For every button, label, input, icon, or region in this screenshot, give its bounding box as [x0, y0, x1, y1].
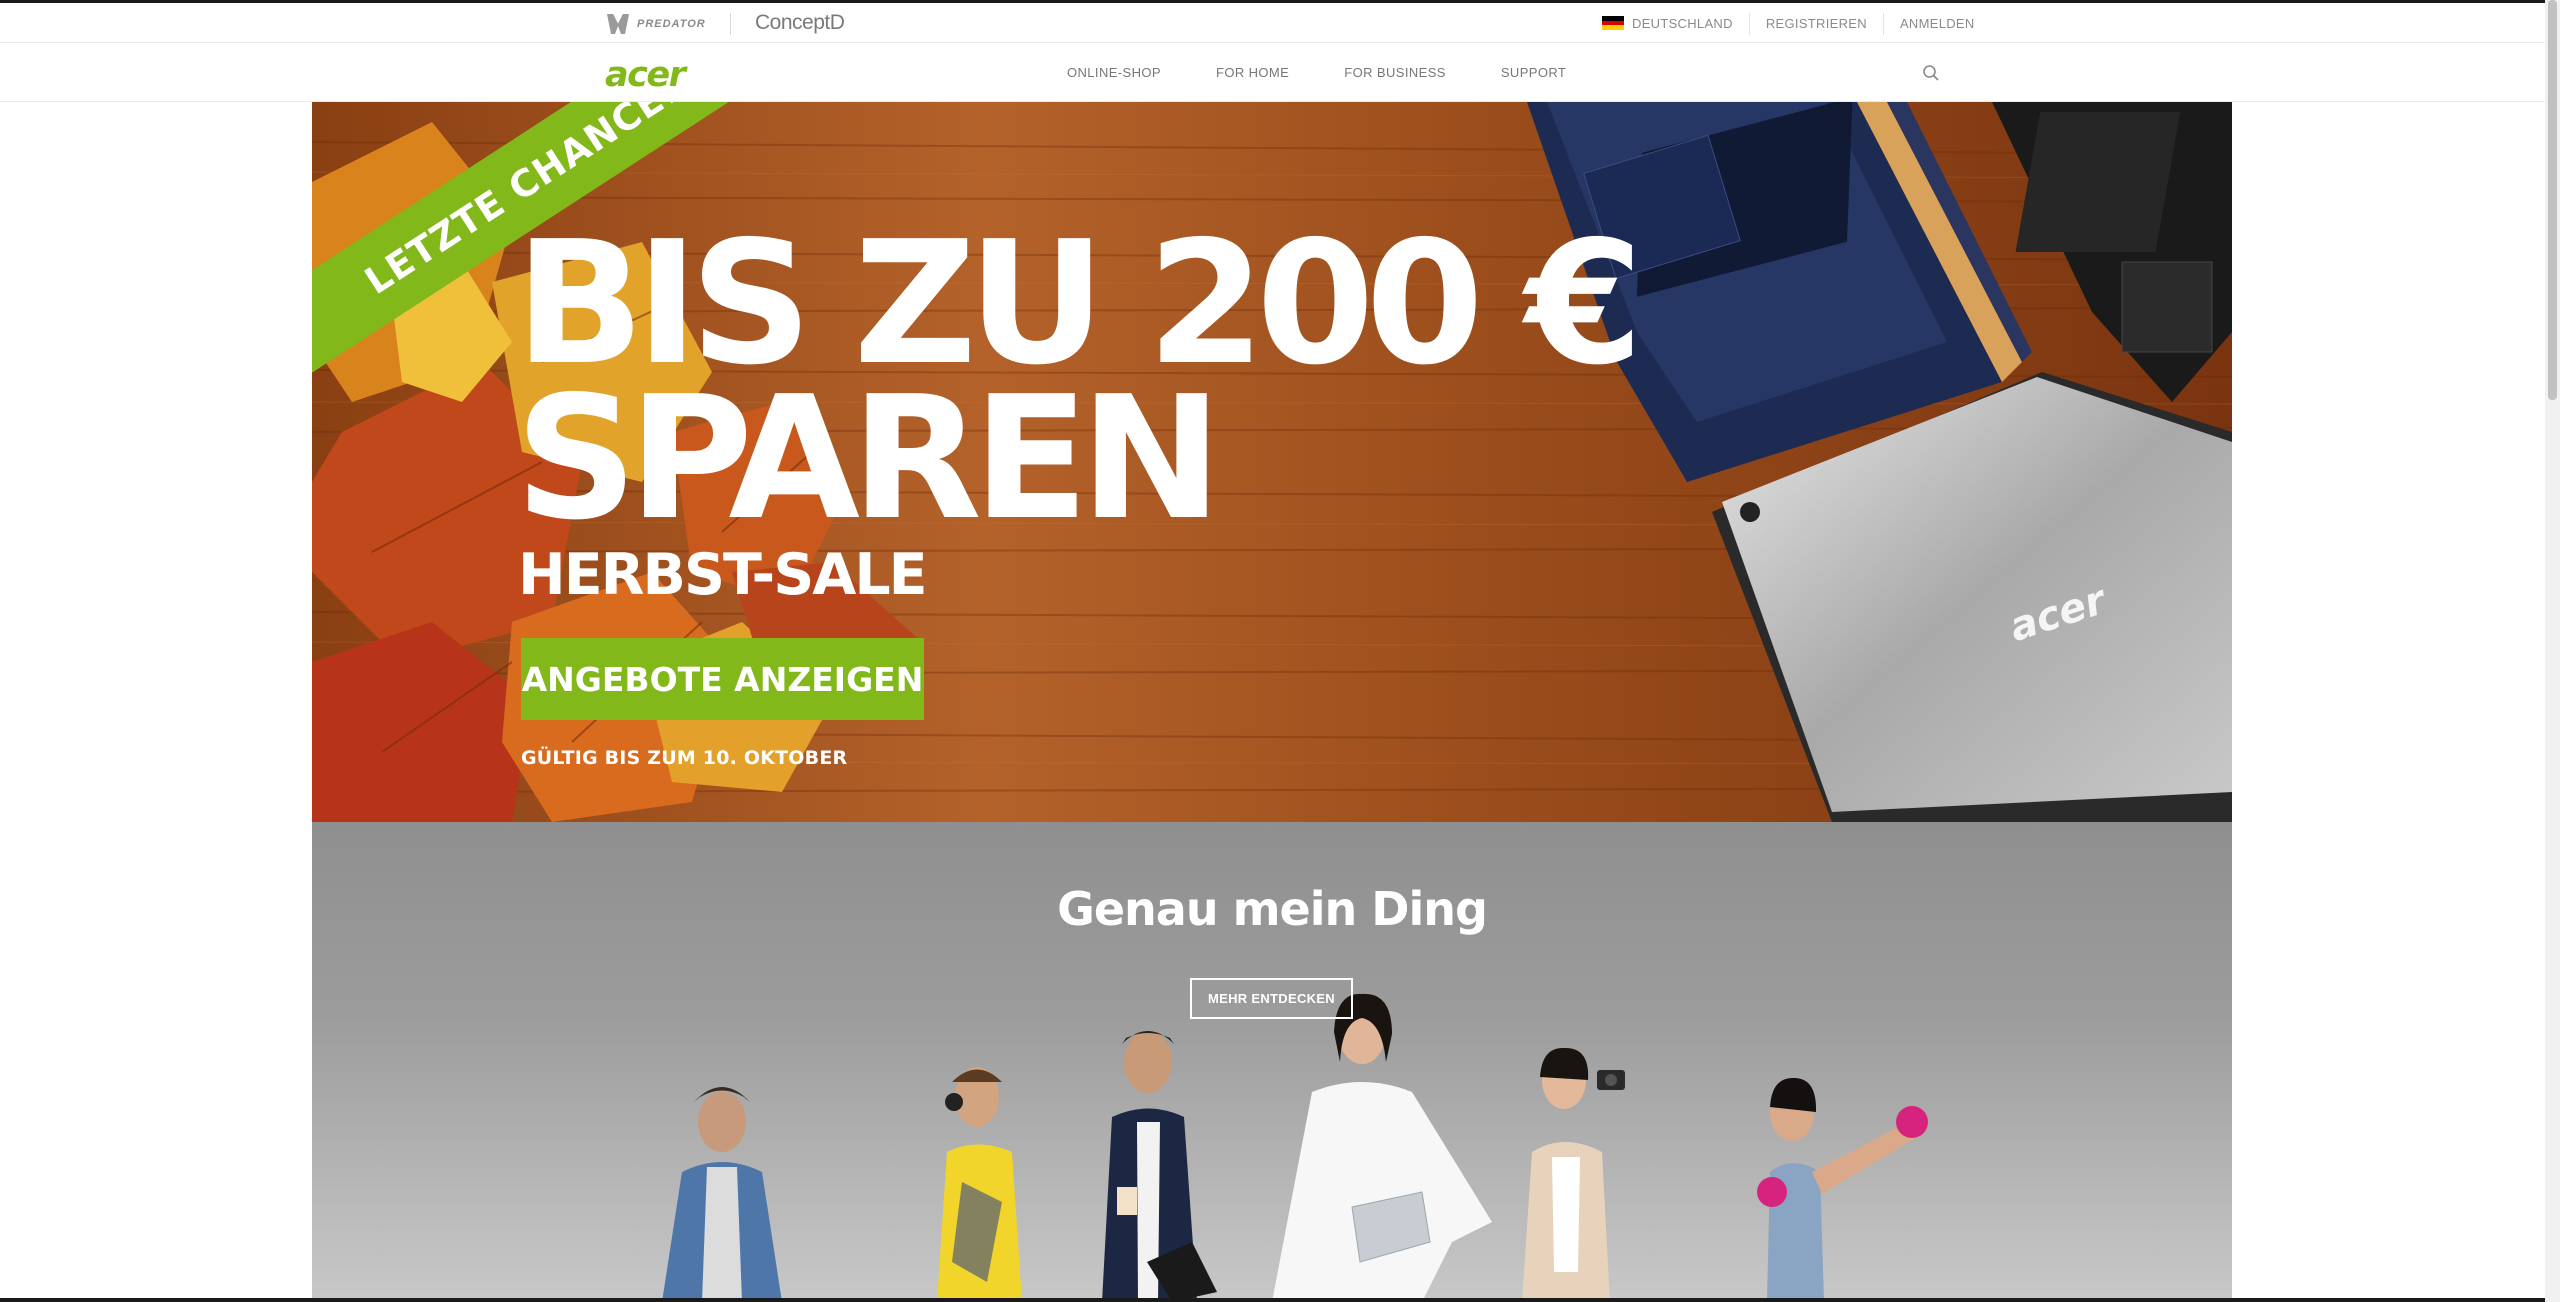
headline-line-1: BIS ZU 200 € [515, 205, 1643, 403]
person-denim [662, 1087, 782, 1302]
account-links: DEUTSCHLAND REGISTRIEREN ANMELDEN [1602, 13, 1991, 35]
headline-line-2: SPAREN [515, 360, 1222, 558]
country-selector[interactable]: DEUTSCHLAND [1602, 13, 1749, 35]
country-label: DEUTSCHLAND [1632, 16, 1733, 31]
person-navy [1102, 1031, 1217, 1302]
laptop-black-image [1992, 102, 2232, 402]
utility-bar: PREDATOR ConceptD DEUTSCHLAND REGISTRIER… [0, 0, 2545, 43]
germany-flag-icon [1602, 16, 1624, 31]
horizontal-scrollbar[interactable] [0, 1298, 2545, 1302]
show-offers-button[interactable]: ANGEBOTE ANZEIGEN [521, 638, 924, 720]
person-boxer [1757, 1077, 1928, 1302]
banner-title: Genau mein Ding [1057, 882, 1488, 936]
person-camera [1522, 1047, 1625, 1302]
validity-note: GÜLTIG BIS ZUM 10. OKTOBER [521, 747, 848, 769]
register-link[interactable]: REGISTRIEREN [1748, 13, 1883, 35]
person-yellow [937, 1067, 1022, 1302]
brand-divider [730, 13, 731, 35]
hero-banner[interactable]: acer LETZTE CHANCE! BIS ZU 200 € SPAREN … [312, 102, 2232, 822]
tablet-silver-image: acer [1712, 372, 2232, 822]
person-white [1272, 993, 1492, 1302]
nav-for-home[interactable]: FOR HOME [1216, 65, 1289, 80]
nav-support[interactable]: SUPPORT [1501, 65, 1566, 80]
page: PREDATOR ConceptD DEUTSCHLAND REGISTRIER… [0, 0, 2560, 1302]
conceptd-logo[interactable]: ConceptD [755, 11, 845, 35]
predator-logo[interactable]: PREDATOR [605, 10, 706, 38]
nav-for-business[interactable]: FOR BUSINESS [1344, 65, 1446, 80]
discover-more-button[interactable]: MEHR ENTDECKEN [1190, 978, 1353, 1019]
predator-icon [607, 14, 629, 34]
main-navigation: acer ONLINE-SHOP FOR HOME FOR BUSINESS S… [0, 43, 2545, 102]
hero-subheadline: HERBST-SALE [518, 542, 928, 608]
scrollbar-thumb[interactable] [2548, 0, 2557, 400]
predator-label: PREDATOR [637, 18, 706, 30]
nav-online-shop[interactable]: ONLINE-SHOP [1067, 65, 1161, 80]
acer-logo[interactable]: acer [605, 55, 686, 95]
login-link[interactable]: ANMELDEN [1882, 13, 1991, 35]
primary-nav: ONLINE-SHOP FOR HOME FOR BUSINESS SUPPOR… [1067, 43, 1621, 102]
lifestyle-banner[interactable]: Genau mein Ding MEHR ENTDECKEN [312, 822, 2232, 1302]
hero-headline: BIS ZU 200 € SPAREN [515, 205, 1643, 558]
search-icon[interactable] [1921, 63, 1941, 83]
vertical-scrollbar[interactable] [2545, 0, 2560, 1302]
